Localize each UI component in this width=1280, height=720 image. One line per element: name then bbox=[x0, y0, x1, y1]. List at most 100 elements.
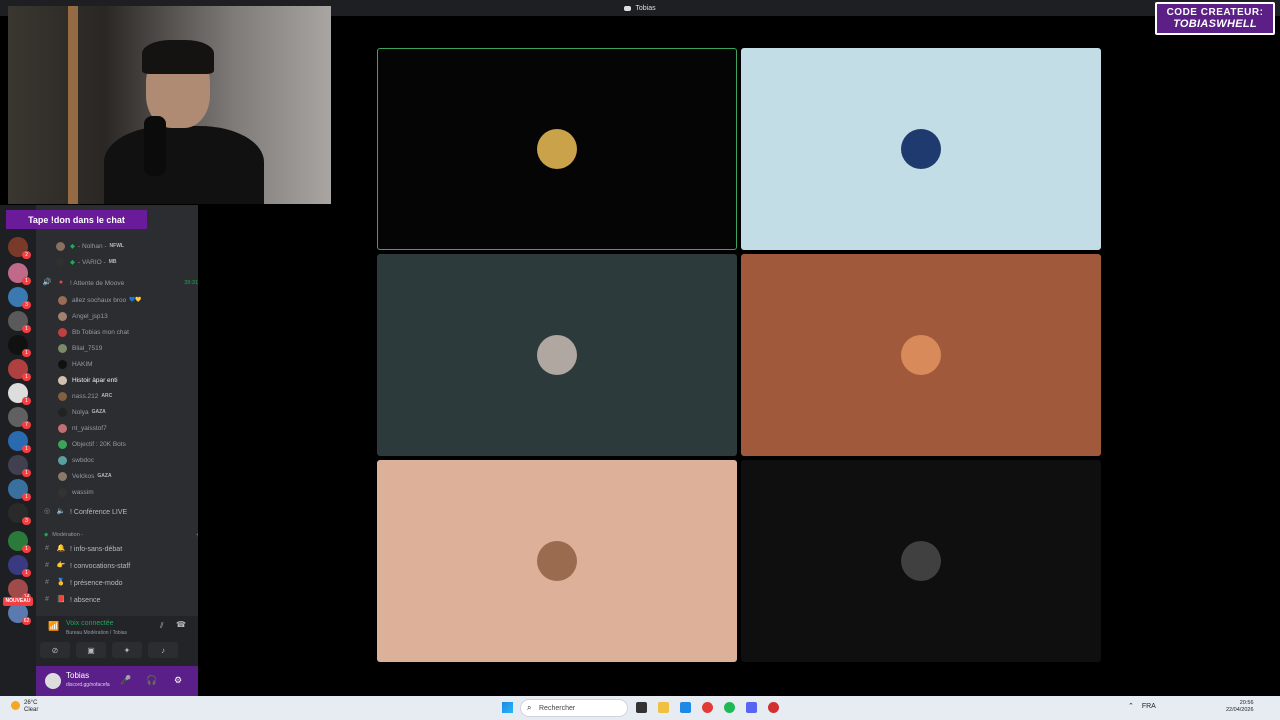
participant-tile[interactable] bbox=[377, 254, 737, 456]
username: Tobias bbox=[66, 671, 90, 680]
taskbar-search[interactable]: ⌕ Rechercher bbox=[520, 699, 628, 717]
voice-member[interactable]: nt_yaisstof7 bbox=[58, 421, 198, 435]
mention-count-badge: 1 bbox=[22, 569, 31, 577]
language-indicator[interactable]: FRA bbox=[1142, 703, 1156, 710]
server-list: 2 1 3 1 1 1 1 7 1 1 1 3 1 1 14 62 bbox=[0, 205, 36, 696]
server-icon[interactable]: 7 bbox=[8, 407, 31, 429]
headphones-icon[interactable]: 🎧 bbox=[146, 675, 157, 686]
server-icon[interactable]: 1 bbox=[8, 311, 31, 333]
clock[interactable]: 20:56 22/04/2026 bbox=[1226, 700, 1254, 714]
category-moderation[interactable]: ◆ Modération - + bbox=[44, 528, 198, 542]
shield-icon: ◆ bbox=[70, 243, 75, 250]
avatar bbox=[58, 471, 67, 481]
badge-label: CODE CREATEUR: bbox=[1166, 7, 1264, 18]
member-name: wassim bbox=[72, 488, 94, 496]
server-icon[interactable]: 1 bbox=[8, 555, 31, 577]
discord-icon[interactable] bbox=[746, 702, 757, 713]
text-channel[interactable]: # 👉 ! convocations-staff bbox=[42, 559, 198, 573]
server-icon[interactable]: 1 bbox=[8, 431, 31, 453]
voice-member[interactable]: Bilal_7519 bbox=[58, 341, 198, 355]
weather-widget[interactable]: 26°C Clear bbox=[11, 700, 38, 714]
voice-member[interactable]: swbdoc bbox=[58, 453, 198, 467]
spotify-icon[interactable] bbox=[724, 702, 735, 713]
discord-call-screen: { "window": { "title": "Tobias" }, "badg… bbox=[0, 0, 1280, 720]
server-icon[interactable]: 1 bbox=[8, 531, 31, 553]
avatar bbox=[537, 335, 577, 375]
settings-gear-icon[interactable]: ⚙ bbox=[174, 675, 182, 686]
voice-channel-conference[interactable]: ◎ 🔈 ! Conférence LIVE bbox=[42, 505, 198, 519]
text-channel[interactable]: # 🔔 ! info-sans-débat bbox=[42, 542, 198, 556]
server-icon[interactable]: 62 bbox=[8, 603, 31, 625]
server-icon[interactable]: 3 bbox=[8, 287, 31, 309]
voice-member[interactable]: HAKIM bbox=[58, 357, 198, 371]
add-channel-icon[interactable]: + bbox=[196, 532, 198, 539]
system-tray[interactable]: ⌃ FRA bbox=[1128, 702, 1156, 710]
chrome-icon[interactable] bbox=[702, 702, 713, 713]
chevron-up-icon[interactable]: ⌃ bbox=[1128, 703, 1134, 710]
lamp bbox=[68, 6, 78, 204]
server-icon[interactable]: 1 bbox=[8, 335, 31, 357]
task-view-icon[interactable] bbox=[636, 702, 647, 713]
voice-member[interactable]: Angel_jsp13 bbox=[58, 309, 198, 323]
participant-tile[interactable] bbox=[741, 460, 1101, 662]
voice-channel-attente[interactable]: 🔊 ● ! Attente de Moove 39:31 bbox=[42, 276, 198, 290]
person-hair bbox=[142, 40, 214, 74]
voice-member[interactable]: wassim bbox=[58, 485, 198, 499]
mention-count-badge: 3 bbox=[22, 301, 31, 309]
mention-count-badge: 1 bbox=[22, 493, 31, 501]
text-channel[interactable]: # 🥇 ! présence-modo bbox=[42, 576, 198, 590]
member-name: swbdoc bbox=[72, 456, 95, 464]
text-channel[interactable]: # 📕 ! absence bbox=[42, 593, 198, 607]
voice-member[interactable]: ◆ - VARIO - MB bbox=[56, 255, 198, 269]
avatar bbox=[58, 359, 67, 369]
mention-count-badge: 1 bbox=[22, 469, 31, 477]
participant-tile[interactable] bbox=[377, 48, 737, 250]
windows-start-icon[interactable] bbox=[502, 702, 513, 713]
screen-share-button[interactable]: ▣ bbox=[76, 642, 106, 658]
voice-member[interactable]: Bb Tobias mon chat bbox=[58, 325, 198, 339]
member-name: Bb Tobias mon chat bbox=[72, 328, 129, 336]
camera-off-button[interactable]: ⊘ bbox=[40, 642, 70, 658]
voice-member[interactable]: Histoir àpar enti bbox=[58, 373, 198, 387]
activities-button[interactable]: ✦ bbox=[112, 642, 142, 658]
participant-tile[interactable] bbox=[377, 460, 737, 662]
server-icon[interactable]: 1 bbox=[8, 479, 31, 501]
member-name: Velckos bbox=[72, 472, 95, 480]
app-icon[interactable] bbox=[768, 702, 779, 713]
voice-member[interactable]: Velckos GAZA bbox=[58, 469, 198, 483]
hash-icon: # bbox=[45, 545, 49, 552]
server-icon[interactable]: 1 bbox=[8, 455, 31, 477]
soundboard-button[interactable]: ♪ bbox=[148, 642, 178, 658]
microphone-icon[interactable]: 🎤 bbox=[120, 675, 131, 686]
member-name: nass.212 bbox=[72, 392, 99, 400]
app-icon[interactable] bbox=[680, 702, 691, 713]
participant-tile[interactable] bbox=[741, 254, 1101, 456]
avatar bbox=[58, 391, 67, 401]
server-icon[interactable]: 3 bbox=[8, 503, 31, 525]
server-icon[interactable]: 1 bbox=[8, 263, 31, 285]
disconnect-icon[interactable]: ☎ bbox=[176, 620, 186, 629]
member-name: Objectif : 20K Bots bbox=[72, 440, 126, 448]
server-icon[interactable]: 1 bbox=[8, 359, 31, 381]
avatar[interactable] bbox=[45, 673, 61, 689]
voice-member[interactable]: Nolya GAZA bbox=[58, 405, 198, 419]
avatar bbox=[58, 407, 67, 417]
member-name: nt_yaisstof7 bbox=[72, 424, 107, 432]
donation-banner: Tape !don dans le chat bbox=[6, 210, 147, 229]
server-icon[interactable]: 2 bbox=[8, 237, 31, 259]
participant-tile[interactable] bbox=[741, 48, 1101, 250]
voice-member[interactable]: allez sochaux broo 💙💛 bbox=[58, 293, 198, 307]
user-panel: Tobias discord.gg/nofacefa 🎤 🎧 ⚙ bbox=[36, 666, 198, 696]
server-icon[interactable]: 14 bbox=[8, 579, 31, 601]
channel-name: ! info-sans-débat bbox=[70, 545, 123, 553]
avatar bbox=[58, 423, 67, 433]
voice-member[interactable]: ◆ - Nolhan - NFWL bbox=[56, 239, 198, 253]
voice-member[interactable]: Objectif : 20K Bots bbox=[58, 437, 198, 451]
channel-emoji: 👉 bbox=[56, 562, 66, 569]
noise-suppression-icon[interactable]: ⫽ bbox=[160, 621, 164, 631]
file-explorer-icon[interactable] bbox=[658, 702, 669, 713]
server-icon[interactable]: 1 bbox=[8, 383, 31, 405]
avatar bbox=[901, 129, 941, 169]
voice-member[interactable]: nass.212 ARC bbox=[58, 389, 198, 403]
mention-count-badge: 1 bbox=[22, 325, 31, 333]
